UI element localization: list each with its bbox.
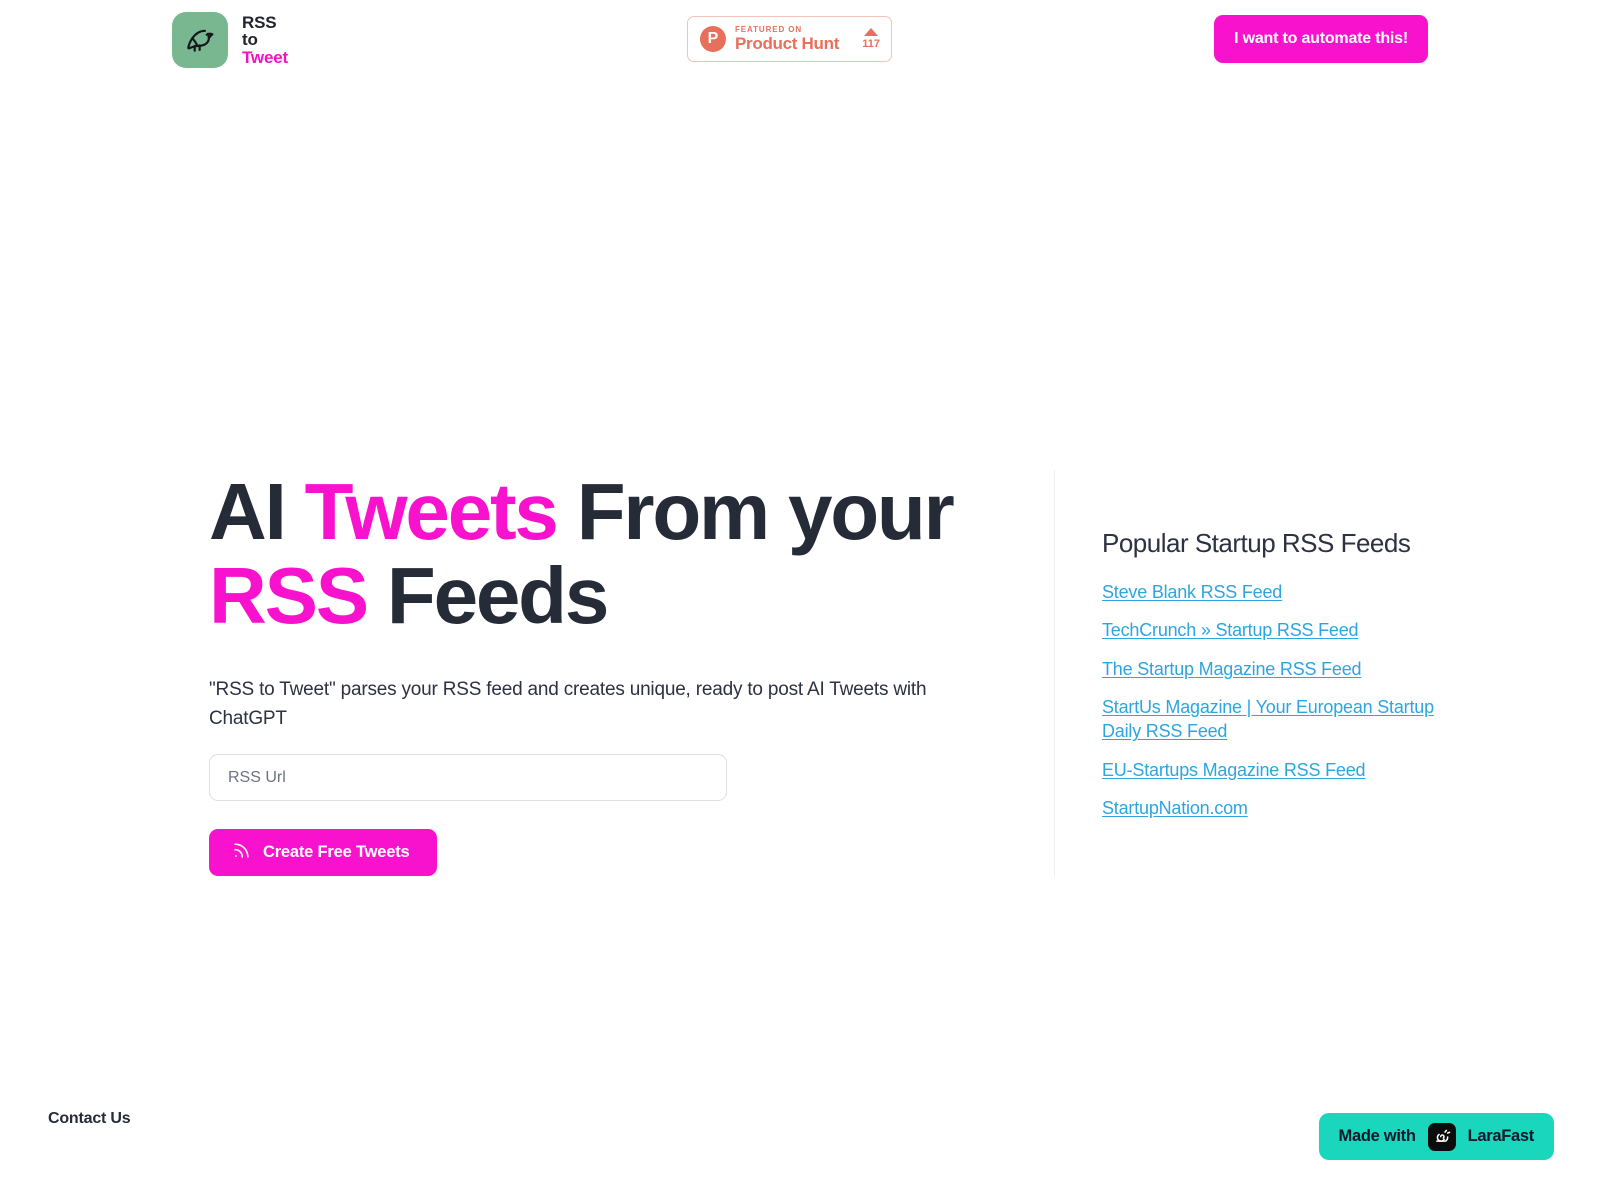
list-item: Steve Blank RSS Feed [1102, 580, 1474, 604]
feed-link[interactable]: The Startup Magazine RSS Feed [1102, 659, 1362, 679]
brand-line-2: to [242, 30, 258, 50]
snail-icon [1427, 1122, 1456, 1151]
product-hunt-text: FEATURED ON Product Hunt [735, 25, 853, 53]
hero-main-column: AI Tweets From your RSS Feeds "RSS to Tw… [209, 470, 999, 876]
automate-button[interactable]: I want to automate this! [1214, 15, 1428, 63]
popular-feeds-title: Popular Startup RSS Feeds [1102, 528, 1411, 558]
contact-us-link[interactable]: Contact Us [48, 1110, 131, 1128]
popular-feeds-list: Steve Blank RSS Feed TechCrunch » Startu… [1102, 580, 1474, 820]
list-item: EU-Startups Magazine RSS Feed [1102, 758, 1474, 782]
site-header: RSS to Tweet P FEATURED ON Product Hunt … [0, 0, 1600, 78]
create-free-tweets-label: Create Free Tweets [263, 843, 410, 861]
title-highlight-tweets: Tweets [304, 467, 559, 556]
brand-line-1: RSS [242, 13, 277, 32]
product-hunt-icon: P [700, 26, 726, 52]
bird-icon [172, 12, 228, 68]
list-item: TechCrunch » Startup RSS Feed [1102, 618, 1474, 642]
hero-section: AI Tweets From your RSS Feeds "RSS to Tw… [0, 470, 1600, 876]
hero-subtitle: "RSS to Tweet" parses your RSS feed and … [209, 679, 927, 729]
popular-feeds-panel: Popular Startup RSS Feeds Steve Blank RS… [1054, 470, 1474, 876]
larafast-name: LaraFast [1467, 1127, 1535, 1146]
product-hunt-upvote-count: 117 [862, 38, 880, 50]
made-with-larafast-badge[interactable]: Made with LaraFast [1318, 1113, 1554, 1160]
list-item: StartupNation.com [1102, 796, 1474, 820]
feed-link[interactable]: TechCrunch » Startup RSS Feed [1102, 620, 1359, 640]
create-free-tweets-button[interactable]: Create Free Tweets [209, 829, 437, 876]
feed-link[interactable]: Steve Blank RSS Feed [1102, 582, 1282, 602]
rss-icon [232, 841, 251, 865]
upvote-arrow-icon [864, 28, 879, 36]
product-hunt-badge[interactable]: P FEATURED ON Product Hunt 117 [687, 16, 892, 62]
product-hunt-featured-label: FEATURED ON [735, 24, 803, 34]
list-item: The Startup Magazine RSS Feed [1102, 657, 1474, 681]
page-root: RSS to Tweet P FEATURED ON Product Hunt … [0, 0, 1600, 1200]
title-part-1: AI [209, 467, 305, 556]
list-item: StartUs Magazine | Your European Startup… [1102, 695, 1474, 744]
product-hunt-name: Product Hunt [735, 34, 840, 54]
made-with-label: Made with [1338, 1127, 1416, 1146]
brand-line-3: Tweet [242, 47, 288, 67]
product-hunt-votes: 117 [862, 28, 880, 50]
title-part-3: Feeds [366, 551, 609, 640]
feed-link[interactable]: EU-Startups Magazine RSS Feed [1102, 760, 1366, 780]
feed-link[interactable]: StartupNation.com [1102, 798, 1248, 818]
rss-url-input[interactable] [209, 754, 727, 801]
title-part-2: From your [556, 467, 955, 556]
brand-wordmark: RSS to Tweet [242, 14, 288, 66]
page-title: AI Tweets From your RSS Feeds [209, 470, 999, 638]
title-highlight-rss: RSS [209, 551, 369, 640]
feed-link[interactable]: StartUs Magazine | Your European Startup… [1102, 697, 1434, 741]
brand-logo-link[interactable]: RSS to Tweet [172, 12, 288, 68]
